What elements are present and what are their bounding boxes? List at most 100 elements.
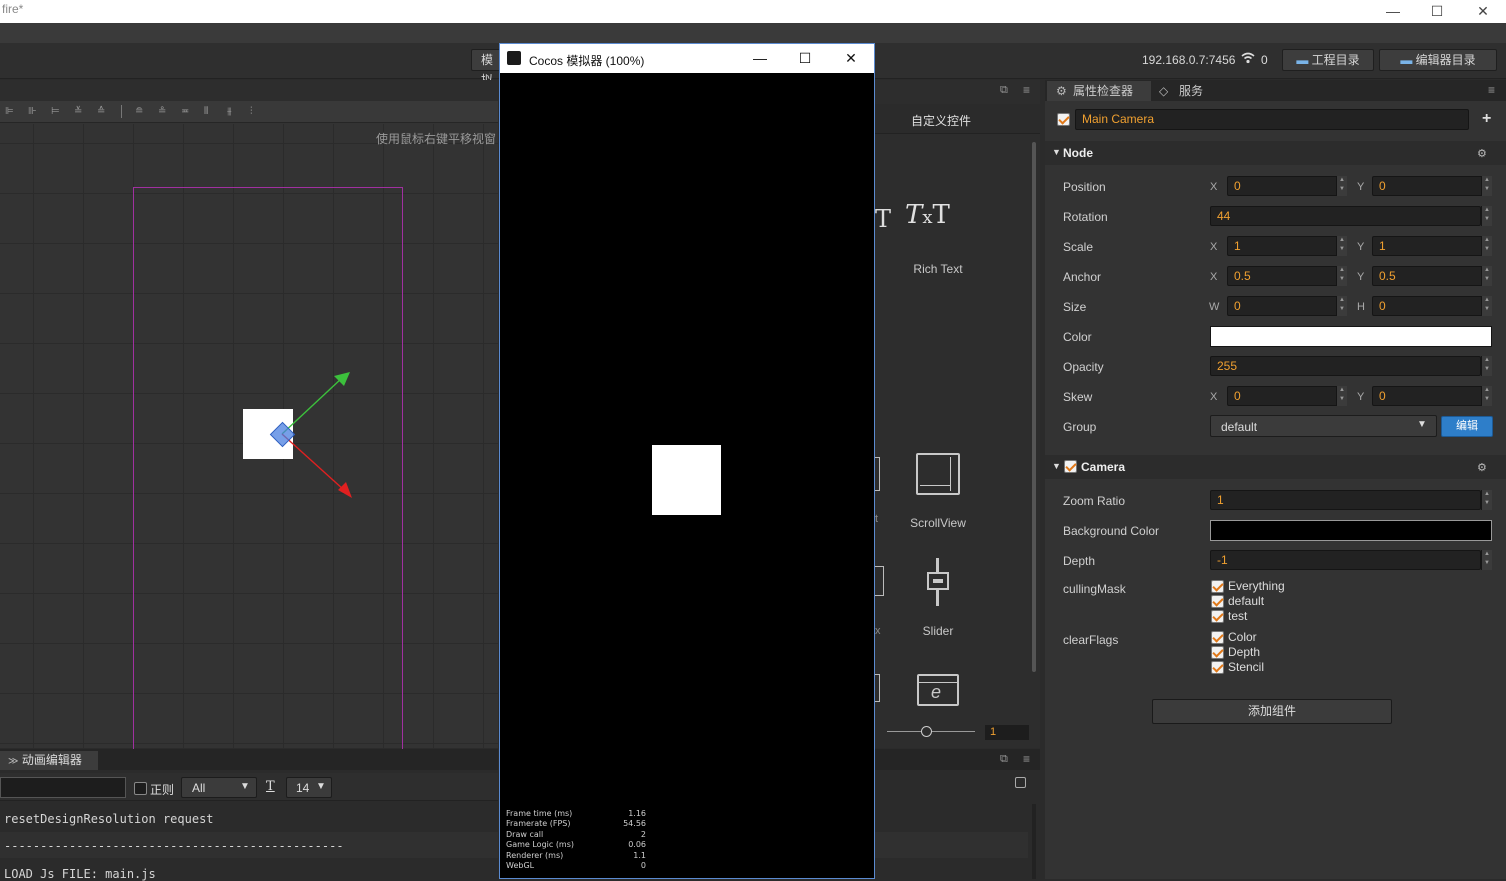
- culling-default-checkbox[interactable]: [1211, 595, 1224, 608]
- scale-x-input[interactable]: 1: [1227, 236, 1339, 256]
- distribute-hcenter-icon[interactable]: ⫵: [227, 106, 240, 118]
- scale-y-input[interactable]: 1: [1372, 236, 1484, 256]
- size-w-input[interactable]: 0: [1227, 296, 1339, 316]
- position-x-input[interactable]: 0: [1227, 176, 1339, 196]
- add-icon[interactable]: +: [1482, 110, 1491, 128]
- zoom-ratio-input[interactable]: 1: [1210, 490, 1481, 510]
- sim-maximize-button[interactable]: ☐: [785, 46, 825, 71]
- close-button[interactable]: ✕: [1460, 0, 1506, 23]
- tab-animation-editor[interactable]: ≫ 动画编辑器: [0, 751, 98, 770]
- anchor-y-stepper[interactable]: ▲ ▼: [1481, 266, 1492, 286]
- anchor-x-input[interactable]: 0.5: [1227, 266, 1339, 286]
- rotation-stepper[interactable]: ▲ ▼: [1481, 206, 1492, 226]
- camera-enabled-checkbox[interactable]: [1064, 460, 1077, 473]
- clear-depth-checkbox[interactable]: [1211, 646, 1224, 659]
- position-y-stepper[interactable]: ▲ ▼: [1481, 176, 1492, 196]
- widgets-scrollbar[interactable]: [1032, 142, 1036, 672]
- console-scrollbar[interactable]: [1032, 804, 1036, 879]
- scene-viewport[interactable]: 使用鼠标右键平移视窗 0 500: [0, 124, 498, 781]
- stat-row: Game Logic (ms) 0.06: [506, 840, 646, 850]
- align-right-icon[interactable]: ⊨: [51, 106, 64, 118]
- regex-checkbox[interactable]: [134, 782, 147, 795]
- culling-test-checkbox[interactable]: [1211, 610, 1224, 623]
- depth-input[interactable]: -1: [1210, 550, 1481, 570]
- opacity-stepper[interactable]: ▲ ▼: [1481, 356, 1492, 376]
- popout-icon[interactable]: ⧉: [1000, 753, 1008, 766]
- project-dir-button[interactable]: ▬ 工程目录: [1282, 49, 1374, 71]
- gear-icon[interactable]: ⚙: [1477, 147, 1487, 160]
- distribute-right-icon[interactable]: ⫶: [250, 106, 263, 118]
- console-panel-right: ⧉ ≡: [875, 749, 1040, 879]
- align-hcenter-icon[interactable]: ⊪: [28, 106, 41, 118]
- add-component-button[interactable]: 添加组件: [1152, 699, 1392, 724]
- skew-y-stepper[interactable]: ▲ ▼: [1481, 386, 1492, 406]
- panel-menu-icon[interactable]: ≡: [1488, 83, 1495, 97]
- simulator-button[interactable]: 模拟: [471, 49, 501, 87]
- opacity-input[interactable]: 255: [1210, 356, 1481, 376]
- node-active-checkbox[interactable]: [1057, 113, 1070, 126]
- size-h-input[interactable]: 0: [1372, 296, 1484, 316]
- position-x-stepper[interactable]: ▲ ▼: [1336, 176, 1347, 196]
- tab-services[interactable]: ◇ 服务: [1153, 81, 1243, 101]
- align-left-icon[interactable]: ⊫: [5, 106, 18, 118]
- opacity-label: Opacity: [1063, 360, 1104, 374]
- skew-x-stepper[interactable]: ▲ ▼: [1336, 386, 1347, 406]
- slider-icon[interactable]: [927, 558, 949, 606]
- size-h-stepper[interactable]: ▲ ▼: [1481, 296, 1492, 316]
- rich-text-icon[interactable]: TxT: [905, 200, 975, 240]
- background-color-label: Background Color: [1063, 524, 1160, 538]
- log-level-select[interactable]: All ▼: [181, 777, 257, 798]
- scale-y-stepper[interactable]: ▲ ▼: [1481, 236, 1492, 256]
- rotation-input[interactable]: 44: [1210, 206, 1481, 226]
- anchor-x-stepper[interactable]: ▲ ▼: [1336, 266, 1347, 286]
- panel-menu-icon[interactable]: ≡: [1023, 83, 1030, 97]
- group-select[interactable]: default ▼: [1210, 415, 1437, 437]
- zoom-slider-handle[interactable]: [921, 726, 932, 737]
- align-top-icon[interactable]: ≚: [74, 106, 87, 118]
- background-color-swatch[interactable]: [1210, 520, 1492, 541]
- skew-y-input[interactable]: 0: [1372, 386, 1484, 406]
- transform-gizmo[interactable]: [230, 344, 370, 524]
- sim-minimize-button[interactable]: —: [740, 46, 780, 71]
- position-y-input[interactable]: 0: [1372, 176, 1484, 196]
- maximize-button[interactable]: ☐: [1414, 0, 1460, 23]
- distribute-top-icon[interactable]: ≘: [135, 106, 148, 118]
- axis-x-label: X: [1210, 271, 1218, 283]
- anchor-y-input[interactable]: 0.5: [1372, 266, 1484, 286]
- fps-stats: Frame time (ms) 1.16 Framerate (FPS) 54.56…: [506, 809, 646, 871]
- minimize-button[interactable]: —: [1370, 0, 1416, 23]
- zoom-ratio-stepper[interactable]: ▲ ▼: [1481, 490, 1492, 510]
- camera-section-header[interactable]: ▼ Camera ⚙: [1045, 455, 1506, 479]
- popout-icon[interactable]: ⧉: [1000, 84, 1008, 97]
- tab-inspector[interactable]: ⚙ 属性检查器: [1047, 81, 1151, 101]
- widgets-header: ⧉ ≡: [875, 80, 1040, 101]
- size-w-stepper[interactable]: ▲ ▼: [1336, 296, 1347, 316]
- zoom-input[interactable]: 1: [985, 725, 1029, 740]
- distribute-vcenter-icon[interactable]: ≗: [158, 106, 171, 118]
- distribute-bottom-icon[interactable]: ≖: [181, 106, 194, 118]
- depth-stepper[interactable]: ▲ ▼: [1481, 550, 1492, 570]
- widget-partial-label: t: [875, 513, 879, 525]
- align-vcenter-icon[interactable]: ≙: [97, 106, 110, 118]
- color-swatch[interactable]: [1210, 326, 1492, 347]
- scene-hint: 使用鼠标右键平移视窗: [375, 132, 496, 146]
- sim-close-button[interactable]: ✕: [831, 46, 871, 71]
- node-name-input[interactable]: Main Camera: [1075, 109, 1469, 130]
- group-edit-button[interactable]: 编辑: [1441, 416, 1493, 437]
- console-search-input[interactable]: [0, 777, 126, 798]
- clear-console-icon[interactable]: [1015, 777, 1026, 788]
- node-section-header[interactable]: ▼ Node ⚙: [1045, 141, 1506, 165]
- font-size-select[interactable]: 14 ▼: [286, 777, 332, 798]
- clear-color-checkbox[interactable]: [1211, 631, 1224, 644]
- webview-icon[interactable]: e: [917, 674, 959, 706]
- scale-x-stepper[interactable]: ▲ ▼: [1336, 236, 1347, 256]
- distribute-left-icon[interactable]: ⫴: [204, 106, 217, 118]
- panel-menu-icon[interactable]: ≡: [1023, 752, 1030, 766]
- clear-stencil-checkbox[interactable]: [1211, 661, 1224, 674]
- gear-icon: ⚙: [1056, 84, 1067, 98]
- skew-x-input[interactable]: 0: [1227, 386, 1339, 406]
- gear-icon[interactable]: ⚙: [1477, 461, 1487, 474]
- editor-dir-button[interactable]: ▬ 编辑器目录: [1379, 49, 1497, 71]
- scrollview-icon[interactable]: [916, 453, 960, 495]
- culling-everything-checkbox[interactable]: [1211, 580, 1224, 593]
